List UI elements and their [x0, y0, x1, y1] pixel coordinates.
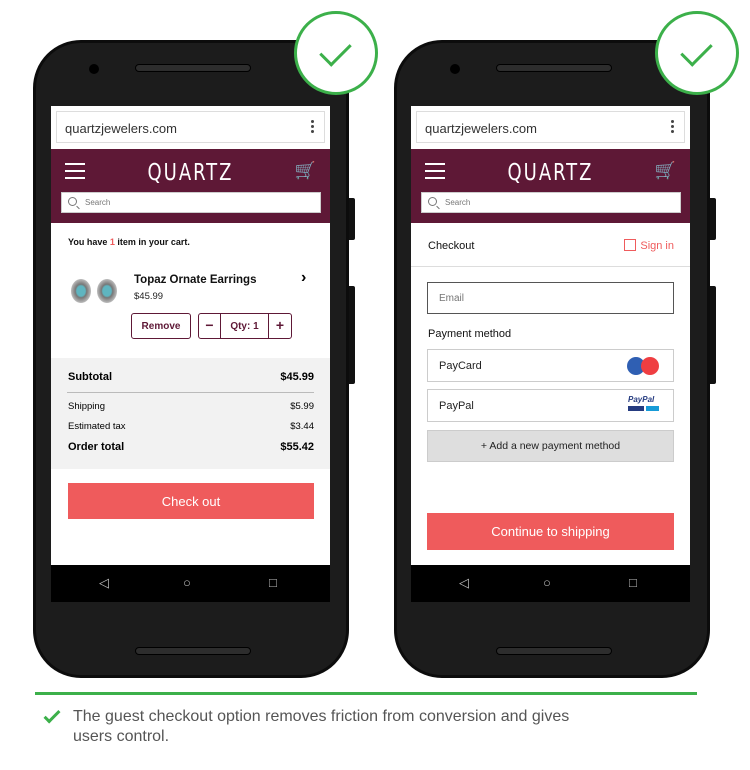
decrement-button[interactable]: −: [199, 314, 221, 338]
screen: quartzjewelers.com QUARTZ 🛒 Search You h…: [51, 106, 330, 602]
payment-option-paypal[interactable]: PayPal PayPal: [427, 389, 674, 422]
home-icon[interactable]: ○: [183, 575, 191, 590]
increment-button[interactable]: +: [269, 314, 291, 338]
search-icon: [68, 197, 77, 206]
home-icon[interactable]: ○: [543, 575, 551, 590]
page-title: Checkout: [428, 240, 475, 252]
url-text: quartzjewelers.com: [425, 121, 537, 136]
address-bar[interactable]: quartzjewelers.com: [416, 111, 685, 143]
check-icon: [294, 11, 378, 95]
search-input[interactable]: Search: [61, 192, 321, 213]
camera: [89, 64, 99, 74]
logo[interactable]: QUARTZ: [411, 158, 690, 186]
sign-in-link[interactable]: Sign in: [624, 239, 674, 252]
paycard-logo: [627, 357, 659, 375]
address-bar[interactable]: quartzjewelers.com: [56, 111, 325, 143]
earring-image: [71, 279, 91, 303]
phone-checkout: quartzjewelers.com QUARTZ 🛒 Search Check…: [394, 40, 716, 678]
site-header: QUARTZ 🛒 Search: [411, 149, 690, 223]
logo[interactable]: QUARTZ: [51, 158, 330, 186]
caption: The guest checkout option removes fricti…: [73, 708, 570, 745]
continue-to-shipping-button[interactable]: Continue to shipping: [427, 513, 674, 550]
speaker: [135, 64, 251, 72]
back-icon[interactable]: ◁: [99, 575, 109, 591]
android-nav-bar: ◁ ○ □: [51, 565, 330, 602]
camera: [450, 64, 460, 74]
screen: quartzjewelers.com QUARTZ 🛒 Search Check…: [411, 106, 690, 602]
speaker: [496, 647, 612, 655]
paypal-logo: PayPal: [628, 395, 659, 413]
speaker: [496, 64, 612, 72]
more-icon[interactable]: [671, 120, 674, 135]
recents-icon[interactable]: □: [629, 575, 637, 590]
search-input[interactable]: Search: [421, 192, 681, 213]
add-payment-method-button[interactable]: + Add a new payment method: [427, 430, 674, 462]
check-icon: [655, 11, 739, 95]
site-header: QUARTZ 🛒 Search: [51, 149, 330, 223]
url-text: quartzjewelers.com: [65, 121, 177, 136]
remove-button[interactable]: Remove: [131, 313, 191, 339]
cart-icon[interactable]: 🛒: [655, 161, 676, 181]
chevron-right-icon[interactable]: ›: [301, 269, 306, 287]
speaker: [135, 647, 251, 655]
android-nav-bar: ◁ ○ □: [411, 565, 690, 602]
cart-icon[interactable]: 🛒: [295, 161, 316, 181]
recents-icon[interactable]: □: [269, 575, 277, 590]
check-icon: [40, 706, 62, 729]
search-icon: [428, 197, 437, 206]
more-icon[interactable]: [311, 120, 314, 135]
cart-message: You have 1 item in your cart.: [68, 237, 190, 247]
earring-image: [97, 279, 117, 303]
qty-value: Qty: 1: [221, 314, 269, 338]
phone-cart: quartzjewelers.com QUARTZ 🛒 Search You h…: [33, 40, 355, 678]
checkout-button[interactable]: Check out: [68, 483, 314, 519]
divider: [35, 692, 697, 695]
back-icon[interactable]: ◁: [459, 575, 469, 591]
email-field[interactable]: [427, 282, 674, 314]
payment-heading: Payment method: [428, 328, 512, 340]
product-name[interactable]: Topaz Ornate Earrings: [134, 274, 256, 286]
quantity-stepper: − Qty: 1 +: [198, 313, 292, 339]
user-icon: [624, 239, 637, 251]
order-summary: Subtotal $45.99 Shipping $5.99 Estimated…: [51, 358, 330, 469]
product-price: $45.99: [134, 291, 164, 302]
payment-option-paycard[interactable]: PayCard: [427, 349, 674, 382]
